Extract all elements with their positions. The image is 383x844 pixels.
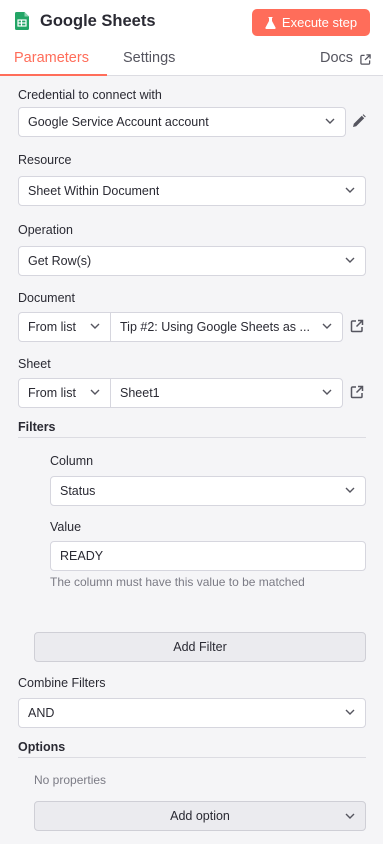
execute-step-button[interactable]: Execute step bbox=[252, 9, 370, 36]
document-mode-value: From list bbox=[28, 320, 76, 334]
document-mode-select[interactable]: From list bbox=[18, 312, 111, 342]
flask-icon bbox=[265, 16, 276, 29]
operation-label: Operation bbox=[18, 223, 73, 237]
filter-value-input[interactable]: READY bbox=[50, 541, 366, 571]
tab-settings[interactable]: Settings bbox=[123, 50, 175, 66]
operation-select[interactable]: Get Row(s) bbox=[18, 246, 366, 276]
tab-docs[interactable]: Docs bbox=[320, 50, 353, 66]
add-option-label: Add option bbox=[170, 809, 230, 823]
resource-value: Sheet Within Document bbox=[28, 184, 160, 198]
resource-label: Resource bbox=[18, 153, 72, 167]
active-tab-indicator bbox=[0, 74, 107, 76]
external-link-icon[interactable] bbox=[360, 54, 371, 65]
chevron-down-icon bbox=[90, 389, 100, 395]
filter-value-hint: The column must have this value to be ma… bbox=[50, 575, 305, 589]
filter-value-text: READY bbox=[60, 549, 104, 563]
add-option-button[interactable]: Add option bbox=[34, 801, 366, 831]
filter-column-label: Column bbox=[50, 454, 94, 468]
options-title: Options bbox=[18, 740, 66, 754]
sheet-mode-select[interactable]: From list bbox=[18, 378, 111, 408]
document-value: Tip #2: Using Google Sheets as ... bbox=[120, 320, 310, 334]
tab-parameters[interactable]: Parameters bbox=[14, 50, 89, 66]
filters-title: Filters bbox=[18, 420, 56, 434]
pencil-icon[interactable] bbox=[352, 114, 366, 128]
chevron-down-icon bbox=[90, 323, 100, 329]
document-select[interactable]: Tip #2: Using Google Sheets as ... bbox=[110, 312, 343, 342]
filter-column-value: Status bbox=[60, 484, 96, 498]
chevron-down-icon bbox=[322, 389, 332, 395]
combine-filters-select[interactable]: AND bbox=[18, 698, 366, 728]
document-label: Document bbox=[18, 291, 75, 305]
node-title: Google Sheets bbox=[40, 12, 156, 30]
operation-value: Get Row(s) bbox=[28, 254, 92, 268]
combine-filters-label: Combine Filters bbox=[18, 676, 106, 690]
add-filter-button[interactable]: Add Filter bbox=[34, 632, 366, 662]
chevron-down-icon bbox=[345, 487, 355, 493]
sheet-label: Sheet bbox=[18, 357, 51, 371]
options-divider bbox=[18, 757, 366, 758]
open-document-external-icon[interactable] bbox=[350, 319, 364, 333]
chevron-down-icon bbox=[325, 118, 335, 124]
filters-divider bbox=[18, 437, 366, 438]
tab-bar: Parameters Settings Docs bbox=[0, 46, 383, 76]
credential-label: Credential to connect with bbox=[18, 88, 162, 102]
sheet-select[interactable]: Sheet1 bbox=[110, 378, 343, 408]
google-sheets-icon bbox=[15, 12, 29, 30]
execute-step-label: Execute step bbox=[281, 15, 358, 30]
credential-select[interactable]: Google Service Account account bbox=[18, 107, 346, 137]
node-header: Google Sheets Execute step Parameters Se… bbox=[0, 0, 383, 76]
open-sheet-external-icon[interactable] bbox=[350, 385, 364, 399]
credential-value: Google Service Account account bbox=[28, 115, 209, 129]
combine-filters-value: AND bbox=[28, 706, 55, 720]
resource-select[interactable]: Sheet Within Document bbox=[18, 176, 366, 206]
chevron-down-icon bbox=[345, 813, 355, 819]
no-properties-text: No properties bbox=[34, 773, 107, 787]
chevron-down-icon bbox=[345, 709, 355, 715]
sheet-value: Sheet1 bbox=[120, 386, 160, 400]
sheet-mode-value: From list bbox=[28, 386, 76, 400]
chevron-down-icon bbox=[345, 257, 355, 263]
chevron-down-icon bbox=[322, 323, 332, 329]
filter-column-select[interactable]: Status bbox=[50, 476, 366, 506]
filter-value-label: Value bbox=[50, 520, 82, 534]
chevron-down-icon bbox=[345, 187, 355, 193]
